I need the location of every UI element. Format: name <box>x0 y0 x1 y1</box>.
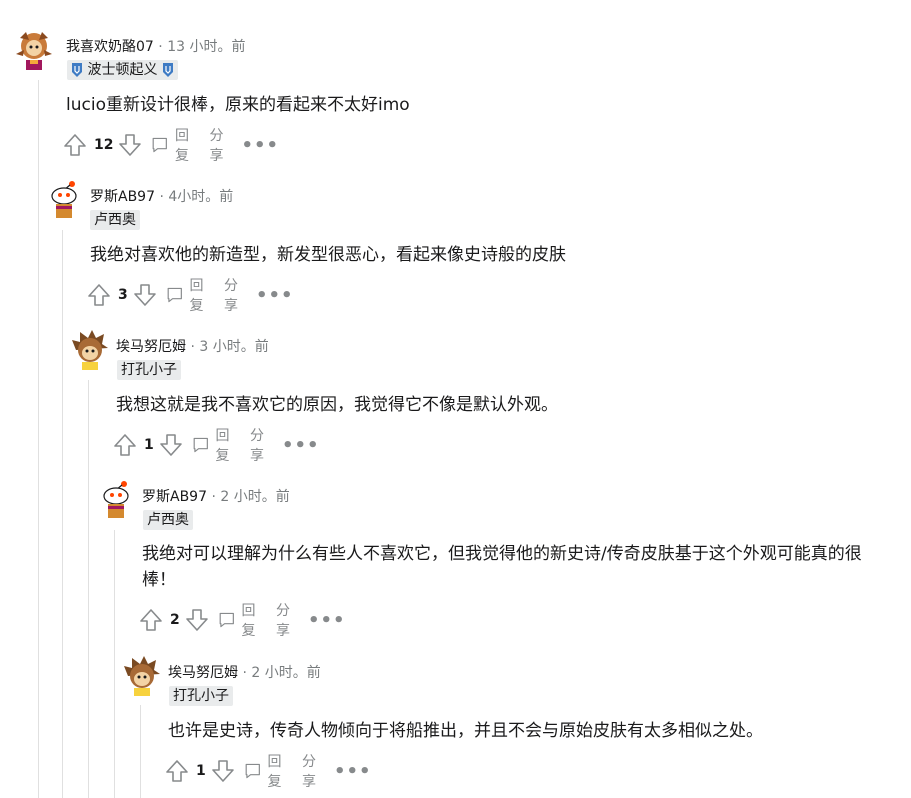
timestamp[interactable]: 4小时。前 <box>168 189 233 205</box>
flair-label: 卢西奥 <box>94 212 136 228</box>
reply-label: 回复 <box>241 603 256 639</box>
user-flair: 打孔小子 <box>169 686 233 706</box>
share-button[interactable]: 分享 <box>302 751 316 791</box>
vote-group: 1 <box>112 432 184 458</box>
username[interactable]: 埃马努厄姆 <box>116 339 186 355</box>
share-button[interactable]: 分享 <box>224 275 238 315</box>
meta-separator: · <box>186 339 200 355</box>
timestamp[interactable]: 2 小时。前 <box>251 665 320 681</box>
comment-actions: 2 回复 分享 ••• <box>138 603 346 639</box>
username[interactable]: 埃马努厄姆 <box>168 665 238 681</box>
shield-icon <box>162 63 173 77</box>
hedgehog-avatar[interactable] <box>122 654 162 698</box>
comment-bubble-icon <box>245 763 260 779</box>
comment-meta: 罗斯AB97 · 2 小时。前 <box>142 486 290 506</box>
downvote-icon[interactable] <box>184 607 210 633</box>
comment-meta: 埃马努厄姆 · 3 小时。前 <box>116 336 269 356</box>
username[interactable]: 我喜欢奶酪07 <box>66 39 154 55</box>
more-options-icon[interactable]: ••• <box>256 285 294 306</box>
reply-button[interactable]: 回复 <box>244 751 288 791</box>
timestamp[interactable]: 2 小时。前 <box>220 489 289 505</box>
reply-label: 回复 <box>175 128 190 164</box>
user-flair: 卢西奥 <box>90 210 140 230</box>
thread-line[interactable] <box>88 380 89 798</box>
flair-label: 卢西奥 <box>147 512 189 528</box>
vote-count: 12 <box>94 137 114 153</box>
upvote-icon[interactable] <box>86 282 112 308</box>
reply-button[interactable]: 回复 <box>192 425 236 465</box>
username[interactable]: 罗斯AB97 <box>90 189 155 205</box>
upvote-icon[interactable] <box>164 758 190 784</box>
comment-bubble-icon <box>153 137 168 153</box>
downvote-icon[interactable] <box>117 132 143 158</box>
user-flair: 卢西奥 <box>143 510 193 530</box>
thread-line[interactable] <box>38 80 39 798</box>
vote-group: 3 <box>86 282 158 308</box>
flair-label: 打孔小子 <box>173 688 229 704</box>
share-button[interactable]: 分享 <box>276 600 290 640</box>
meta-separator: · <box>238 665 252 681</box>
vote-count: 3 <box>118 287 128 303</box>
hedgehog-avatar[interactable] <box>70 328 110 372</box>
comment-body: 我绝对可以理解为什么有些人不喜欢它，但我觉得他的新史诗/传奇皮肤基于这个外观可能… <box>142 544 862 590</box>
vote-group: 12 <box>62 132 143 158</box>
upvote-icon[interactable] <box>62 132 88 158</box>
username[interactable]: 罗斯AB97 <box>142 489 207 505</box>
comment-body: 也许是史诗，传奇人物倾向于将船推出，并且不会与原始皮肤有太多相似之处。 <box>168 721 763 741</box>
thread-line[interactable] <box>140 705 141 798</box>
meta-separator: · <box>155 189 169 205</box>
reply-button[interactable]: 回复 <box>151 125 195 165</box>
downvote-icon[interactable] <box>210 758 236 784</box>
shield-icon <box>72 63 82 77</box>
meta-separator: · <box>207 489 221 505</box>
reply-label: 回复 <box>215 428 230 464</box>
vote-count: 1 <box>144 437 154 453</box>
reply-button[interactable]: 回复 <box>166 275 210 315</box>
comment-actions: 1 回复 分享 ••• <box>112 428 320 464</box>
vote-group: 2 <box>138 607 210 633</box>
lucio-avatar[interactable] <box>14 28 54 72</box>
user-flair: 打孔小子 <box>117 360 181 380</box>
upvote-icon[interactable] <box>138 607 164 633</box>
user-flair: 波士顿起义 <box>67 60 178 80</box>
timestamp[interactable]: 3 小时。前 <box>199 339 268 355</box>
flair-label: 波士顿起义 <box>87 62 158 78</box>
upvote-icon[interactable] <box>112 432 138 458</box>
comment-actions: 3 回复 分享 ••• <box>86 278 294 314</box>
share-button[interactable]: 分享 <box>250 425 264 465</box>
share-button[interactable]: 分享 <box>209 125 223 165</box>
more-options-icon[interactable]: ••• <box>282 435 320 456</box>
comment-actions: 12 回复 分享 ••• <box>62 128 279 164</box>
comment-bubble-icon <box>167 287 182 303</box>
meta-separator: · <box>153 39 168 55</box>
thread-line[interactable] <box>114 530 115 798</box>
more-options-icon[interactable]: ••• <box>308 610 346 631</box>
snoo-avatar[interactable] <box>44 178 84 222</box>
thread-line[interactable] <box>62 230 63 798</box>
comment-meta: 我喜欢奶酪07 · 13 小时。前 <box>66 36 245 56</box>
reply-label: 回复 <box>267 754 282 790</box>
downvote-icon[interactable] <box>132 282 158 308</box>
flair-label: 打孔小子 <box>121 362 177 378</box>
comment-body: 我绝对喜欢他的新造型，新发型很恶心，看起来像史诗般的皮肤 <box>90 245 566 265</box>
comment-body: lucio重新设计很棒，原来的看起来不太好imo <box>66 95 410 115</box>
comment-meta: 埃马努厄姆 · 2 小时。前 <box>168 662 321 682</box>
comment-bubble-icon <box>219 612 234 628</box>
comment-meta: 罗斯AB97 · 4小时。前 <box>90 186 233 206</box>
reply-label: 回复 <box>189 278 204 314</box>
reply-button[interactable]: 回复 <box>218 600 262 640</box>
comment-body: 我想这就是我不喜欢它的原因，我觉得它不像是默认外观。 <box>116 395 558 415</box>
comment-actions: 1 回复 分享 ••• <box>164 754 372 790</box>
more-options-icon[interactable]: ••• <box>334 761 372 782</box>
snoo-avatar[interactable] <box>96 478 136 522</box>
vote-count: 2 <box>170 612 180 628</box>
vote-count: 1 <box>196 763 206 779</box>
vote-group: 1 <box>164 758 236 784</box>
timestamp[interactable]: 13 小时。前 <box>167 39 245 55</box>
downvote-icon[interactable] <box>158 432 184 458</box>
more-options-icon[interactable]: ••• <box>241 135 279 156</box>
comment-bubble-icon <box>193 437 208 453</box>
